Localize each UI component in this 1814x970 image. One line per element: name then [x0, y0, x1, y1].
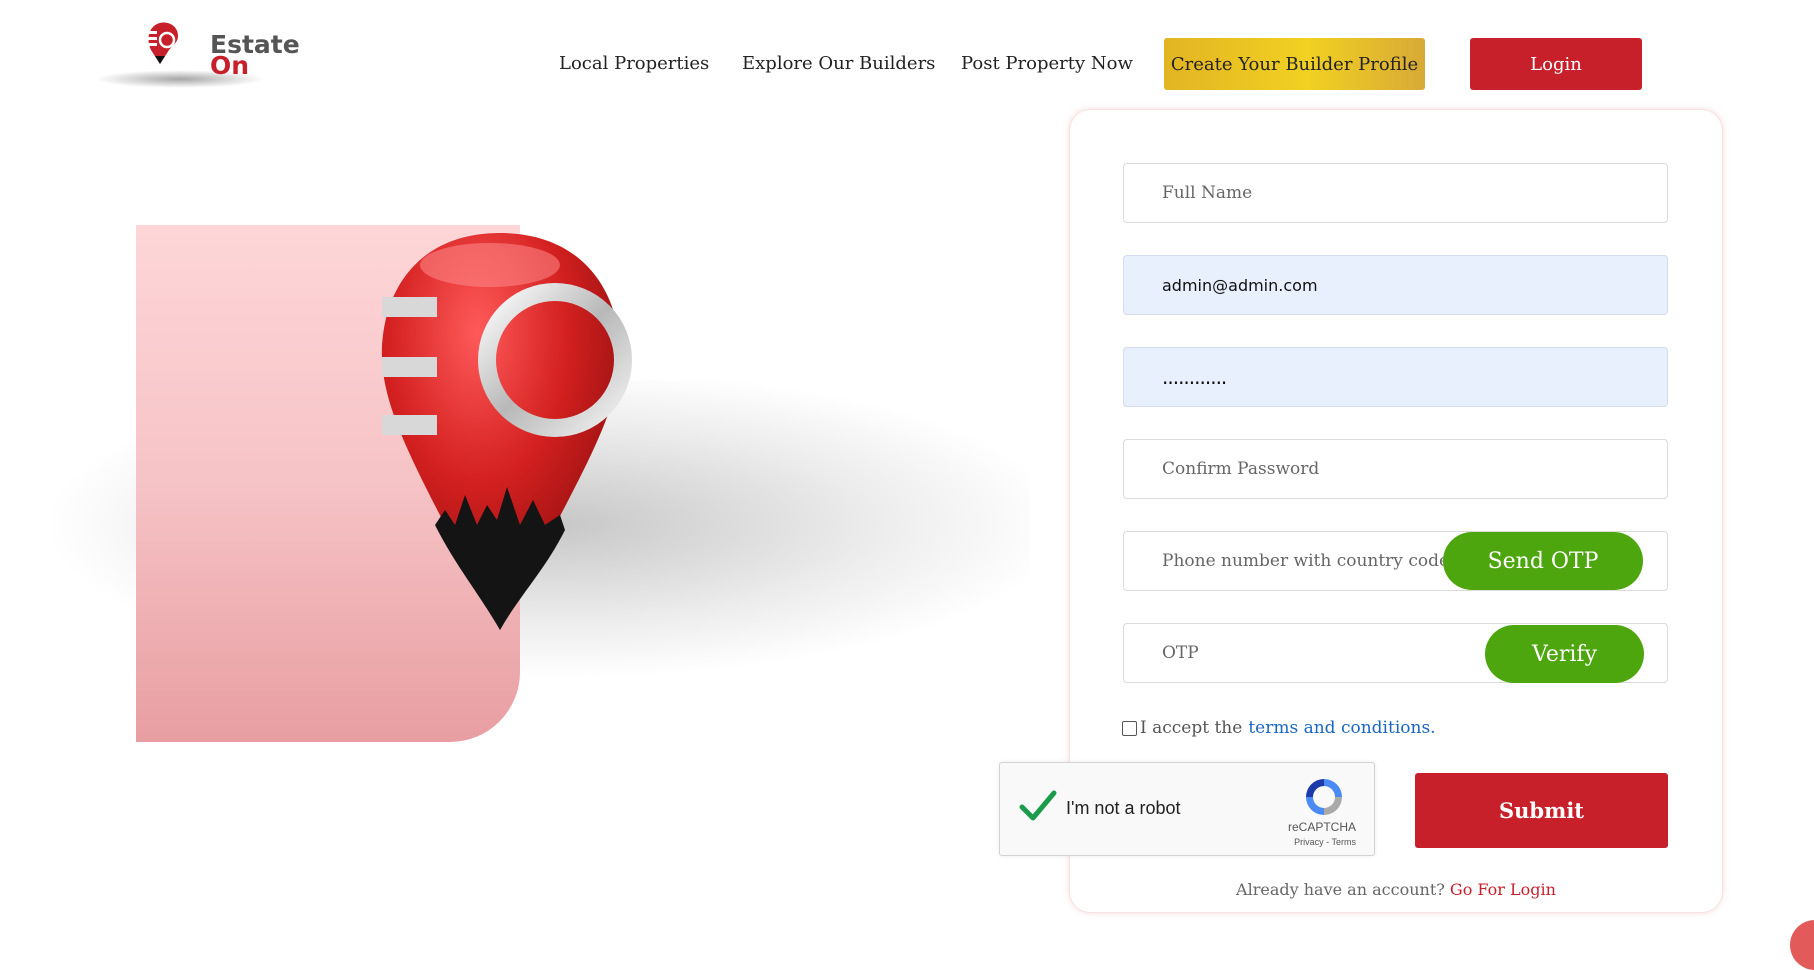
confirm-password-field[interactable]	[1123, 439, 1668, 499]
chat-widget-icon[interactable]	[1790, 920, 1814, 970]
create-builder-profile-button[interactable]: Create Your Builder Profile	[1164, 38, 1425, 90]
email-field[interactable]	[1123, 255, 1668, 315]
nav-explore-builders[interactable]: Explore Our Builders	[742, 53, 935, 74]
terms-checkbox[interactable]	[1122, 720, 1137, 736]
checkmark-icon[interactable]	[1018, 787, 1058, 827]
submit-button[interactable]: Submit	[1415, 773, 1668, 848]
full-name-input[interactable]	[1124, 164, 1667, 222]
confirm-password-input[interactable]	[1124, 440, 1667, 498]
recaptcha-label: I'm not a robot	[1066, 798, 1181, 818]
terms-prefix: I accept the	[1140, 718, 1243, 738]
password-field[interactable]	[1123, 347, 1668, 407]
email-input[interactable]	[1124, 256, 1667, 314]
verify-button[interactable]: Verify	[1485, 625, 1644, 683]
recaptcha-logo-icon	[1306, 779, 1342, 815]
already-account-text: Already have an account?	[1236, 880, 1445, 899]
recaptcha-links[interactable]: Privacy - Terms	[1294, 837, 1356, 847]
already-account-row: Already have an account? Go For Login	[1070, 880, 1722, 899]
login-button[interactable]: Login	[1470, 38, 1642, 90]
main-nav: Local Properties Explore Our Builders Po…	[0, 38, 1814, 90]
terms-row: I accept the terms and conditions.	[1122, 718, 1436, 738]
full-name-field[interactable]	[1123, 163, 1668, 223]
recaptcha-widget[interactable]: I'm not a robot reCAPTCHA Privacy - Term…	[999, 762, 1375, 856]
send-otp-button[interactable]: Send OTP	[1443, 532, 1643, 590]
nav-post-property[interactable]: Post Property Now	[961, 53, 1133, 74]
terms-link[interactable]: terms and conditions.	[1248, 718, 1435, 738]
nav-local-properties[interactable]: Local Properties	[559, 53, 709, 74]
password-input[interactable]	[1124, 348, 1667, 406]
recaptcha-brand: reCAPTCHA	[1287, 820, 1356, 834]
go-for-login-link[interactable]: Go For Login	[1450, 880, 1556, 899]
location-pin-hero-icon	[381, 233, 632, 630]
